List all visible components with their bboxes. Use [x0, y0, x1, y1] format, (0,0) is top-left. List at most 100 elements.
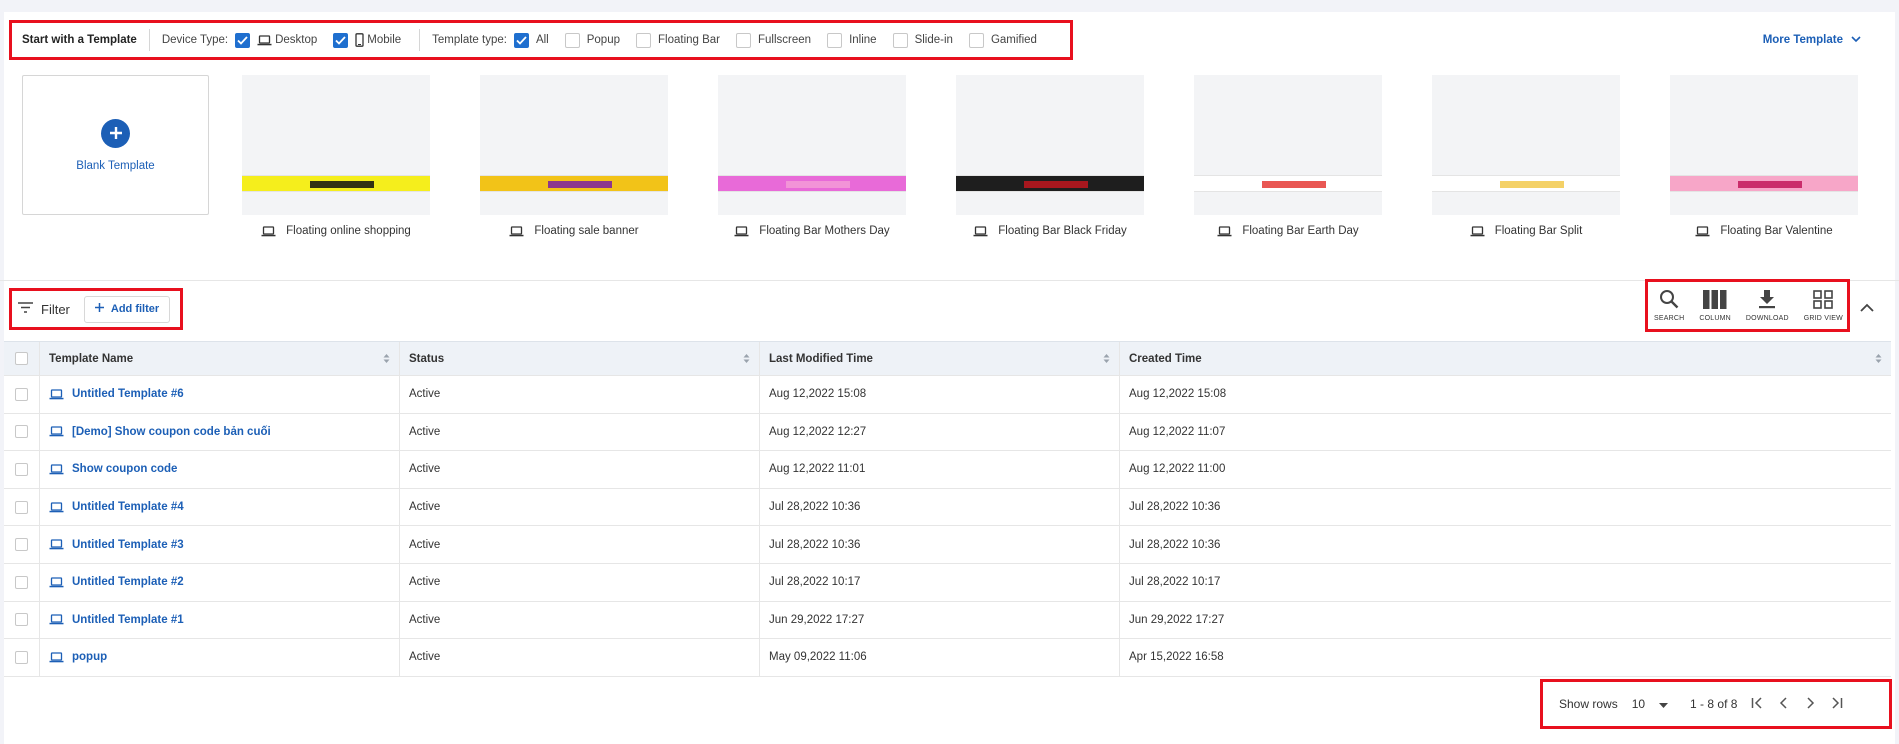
template-caption: Floating Bar Valentine — [1670, 225, 1858, 237]
row-checkbox[interactable] — [15, 650, 28, 664]
template-name-link[interactable]: Untitled Template #2 — [72, 576, 184, 588]
template-name: Floating online shopping — [286, 225, 411, 237]
template-thumbnail[interactable] — [1432, 75, 1620, 215]
template-caption: Floating Bar Mothers Day — [718, 225, 906, 237]
column-header-created[interactable]: Created Time — [1120, 342, 1891, 375]
table-row[interactable]: [Demo] Show coupon code bản cuối Active Au… — [4, 413, 1891, 452]
sort-icon[interactable] — [383, 353, 390, 364]
template-name: Floating Bar Earth Day — [1242, 225, 1359, 237]
template-card[interactable]: Floating Bar Mothers Day — [718, 75, 906, 237]
table-row[interactable]: popup Active May 09,2022 11:06 Apr 15,2022 … — [4, 639, 1891, 677]
laptop-icon — [49, 501, 64, 513]
laptop-icon — [973, 225, 988, 237]
template-name-link[interactable]: Show coupon code — [72, 463, 177, 475]
row-checkbox[interactable] — [15, 425, 28, 439]
table-row[interactable]: Untitled Template #2 Active Jul 28,2022 10… — [4, 563, 1891, 602]
table-row[interactable]: Show coupon code Active Aug 12,2022 11:01 A… — [4, 451, 1891, 489]
template-card[interactable]: Floating sale banner — [480, 75, 668, 237]
column-header-label: Status — [409, 352, 445, 365]
template-card[interactable]: Floating Bar Black Friday — [956, 75, 1144, 237]
more-template-label: More Template — [1762, 34, 1843, 46]
template-name-link[interactable]: Untitled Template #4 — [72, 501, 184, 513]
row-checkbox[interactable] — [15, 387, 28, 401]
laptop-icon — [49, 577, 64, 588]
template-thumbnail[interactable] — [956, 75, 1144, 215]
table-row[interactable]: Untitled Template #6 Active Aug 12,2022 15… — [4, 376, 1891, 414]
template-name-link[interactable]: [Demo] Show coupon code bản cuối — [72, 426, 271, 438]
laptop-icon — [1695, 225, 1710, 237]
template-thumbnail[interactable] — [242, 75, 430, 215]
status-text: Active — [409, 501, 441, 514]
laptop-icon — [734, 225, 749, 237]
template-thumbnail[interactable] — [1670, 75, 1858, 215]
created-time: Jun 29,2022 17:27 — [1129, 613, 1225, 626]
created-time: Jul 28,2022 10:36 — [1129, 501, 1221, 514]
template-name: Floating Bar Black Friday — [998, 225, 1127, 237]
chevron-down-icon — [1851, 34, 1861, 46]
template-name-link[interactable]: Untitled Template #6 — [72, 388, 184, 400]
section-divider — [0, 280, 1899, 281]
template-card[interactable]: Floating Bar Split — [1432, 75, 1620, 237]
template-name-link[interactable]: Untitled Template #3 — [72, 539, 184, 551]
laptop-icon — [49, 426, 64, 437]
created-time: Apr 15,2022 16:58 — [1129, 651, 1224, 664]
template-preview-accent — [1023, 181, 1088, 188]
template-card[interactable]: Floating Bar Earth Day — [1194, 75, 1382, 237]
table-row[interactable]: Untitled Template #3 Active Jul 28,2022 10… — [4, 526, 1891, 564]
created-time: Aug 12,2022 11:07 — [1129, 425, 1226, 438]
collapse-button[interactable] — [1860, 301, 1874, 315]
laptop-icon — [49, 389, 64, 400]
table-row[interactable]: Untitled Template #1 Active Jun 29,2022 17… — [4, 601, 1891, 640]
laptop-icon — [1470, 225, 1485, 237]
template-name-link[interactable]: Untitled Template #1 — [72, 614, 184, 626]
template-thumbnail[interactable] — [1194, 75, 1382, 215]
laptop-icon — [1217, 225, 1232, 237]
blank-template-card[interactable]: Blank Template — [22, 75, 209, 215]
row-checkbox[interactable] — [15, 462, 28, 476]
row-checkbox[interactable] — [15, 613, 28, 627]
template-preview-banner — [1670, 175, 1858, 192]
modified-time: Aug 12,2022 11:01 — [769, 463, 866, 476]
row-checkbox[interactable] — [15, 500, 28, 514]
status-text: Active — [409, 388, 441, 401]
table-header: Template Name Status Last Modified Time … — [4, 341, 1891, 376]
column-header-modified[interactable]: Last Modified Time — [760, 342, 1120, 375]
template-preview-banner — [718, 175, 906, 192]
row-checkbox[interactable] — [15, 575, 28, 589]
highlight-box — [9, 288, 183, 330]
template-name-link[interactable]: popup — [72, 651, 107, 663]
sort-icon[interactable] — [1875, 353, 1882, 364]
template-caption: Floating Bar Earth Day — [1194, 225, 1382, 237]
column-header-name[interactable]: Template Name — [40, 342, 400, 375]
modified-time: May 09,2022 11:06 — [769, 651, 867, 664]
created-time: Jul 28,2022 10:36 — [1129, 538, 1221, 551]
modified-time: Jul 28,2022 10:17 — [769, 576, 861, 589]
template-preview-accent — [1261, 181, 1326, 188]
template-card[interactable]: Floating Bar Valentine — [1670, 75, 1858, 237]
sort-icon[interactable] — [743, 353, 750, 364]
laptop-icon — [509, 225, 524, 237]
template-preview-banner — [480, 175, 668, 192]
blank-template-label: Blank Template — [76, 159, 155, 172]
template-card[interactable]: Floating online shopping — [242, 75, 430, 237]
template-caption: Floating Bar Black Friday — [956, 225, 1144, 237]
template-preview-accent — [547, 181, 612, 188]
chevron-up-icon — [1860, 301, 1874, 315]
row-checkbox[interactable] — [15, 538, 28, 552]
template-name: Floating sale banner — [534, 225, 639, 237]
modified-time: Jul 28,2022 10:36 — [769, 501, 861, 514]
modified-time: Jun 29,2022 17:27 — [769, 613, 865, 626]
column-header-status[interactable]: Status — [400, 342, 760, 375]
template-preview-accent — [1737, 181, 1802, 188]
laptop-icon — [49, 614, 64, 625]
template-thumbnail[interactable] — [480, 75, 668, 215]
status-text: Active — [409, 538, 441, 551]
select-all-checkbox[interactable] — [15, 352, 28, 365]
modified-time: Aug 12,2022 15:08 — [769, 388, 867, 401]
template-preview-banner — [1432, 175, 1620, 192]
template-thumbnail[interactable] — [718, 75, 906, 215]
table-row[interactable]: Untitled Template #4 Active Jul 28,2022 10… — [4, 488, 1891, 527]
sort-icon[interactable] — [1103, 353, 1110, 364]
status-text: Active — [409, 425, 441, 438]
more-template-link[interactable]: More Template — [1763, 34, 1861, 46]
